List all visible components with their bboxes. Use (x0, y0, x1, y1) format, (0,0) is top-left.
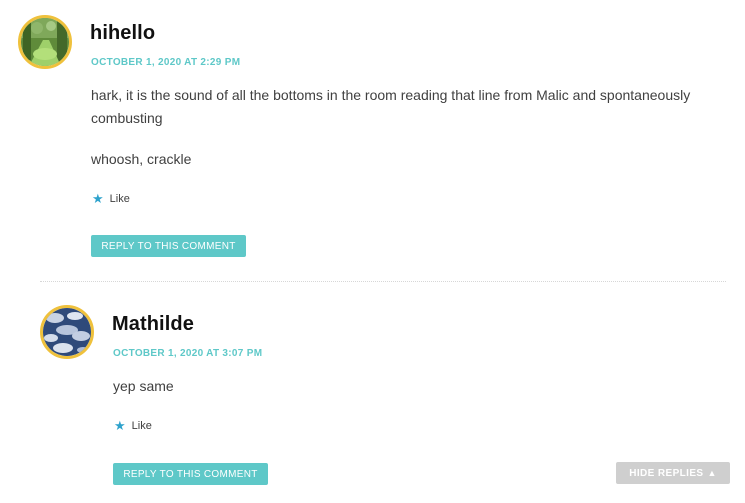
star-icon: ★ (92, 191, 104, 206)
comment-author[interactable]: Mathilde (112, 313, 194, 336)
comment-text: hark, it is the sound of all the bottoms… (91, 87, 691, 126)
reply-button[interactable]: REPLY TO THIS COMMENT (113, 463, 268, 485)
comment-text: whoosh, crackle (91, 151, 192, 167)
star-icon: ★ (114, 418, 126, 433)
avatar[interactable] (18, 15, 72, 69)
forest-path-avatar-image (21, 18, 69, 66)
comment-divider (40, 281, 726, 282)
cloudy-sky-avatar-image (43, 308, 91, 356)
avatar[interactable] (40, 305, 94, 359)
like-button[interactable]: ★ Like (92, 192, 130, 205)
like-label: Like (131, 419, 152, 432)
comment-date-link[interactable]: OCTOBER 1, 2020 AT 3:07 PM (113, 348, 262, 359)
triangle-up-icon: ▲ (707, 468, 717, 478)
comment-text: yep same (113, 378, 174, 394)
hide-replies-label: HIDE REPLIES (629, 467, 704, 479)
reply-button[interactable]: REPLY TO THIS COMMENT (91, 235, 246, 257)
like-label: Like (109, 192, 130, 205)
comment-date-link[interactable]: OCTOBER 1, 2020 AT 2:29 PM (91, 57, 240, 68)
like-button[interactable]: ★ Like (114, 419, 152, 432)
hide-replies-button[interactable]: HIDE REPLIES ▲ (616, 462, 730, 484)
comment-author[interactable]: hihello (90, 22, 155, 45)
